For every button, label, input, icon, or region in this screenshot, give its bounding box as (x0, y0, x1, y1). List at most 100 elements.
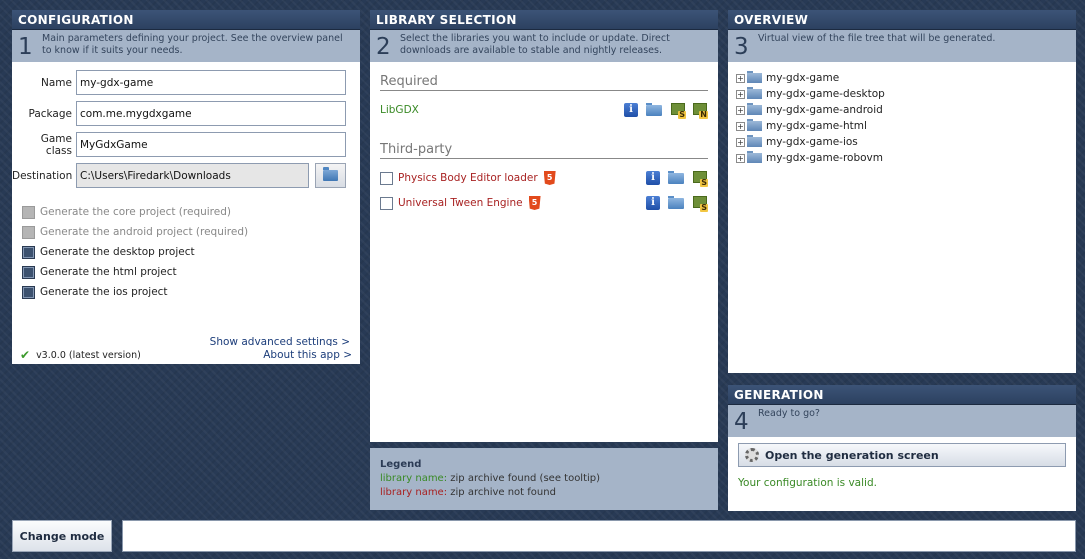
legend-notfound-name: library name: (380, 487, 448, 498)
tree-node-label: my-gdx-game-robovm (766, 152, 883, 164)
legend-found-text: zip archive found (see tooltip) (450, 473, 601, 484)
library-panel: LIBRARY SELECTION 2 Select the libraries… (370, 10, 718, 442)
legend-title: Legend (380, 459, 422, 470)
package-label: Package (28, 107, 72, 120)
step-number: 2 (376, 34, 391, 60)
tree-node[interactable]: + my-gdx-game (736, 70, 1066, 86)
folder-icon[interactable] (668, 170, 684, 184)
download-nightly-icon[interactable] (692, 102, 708, 119)
folder-icon (323, 167, 338, 181)
check-html-label: Generate the html project (40, 266, 177, 278)
expand-icon[interactable]: + (736, 121, 745, 131)
configuration-panel: CONFIGURATION 1 Main parameters defining… (12, 10, 360, 356)
download-stable-icon[interactable] (670, 102, 686, 119)
html-checkbox[interactable] (22, 265, 35, 279)
tree-node-label: my-gdx-game-ios (766, 136, 858, 148)
package-input[interactable] (76, 101, 346, 126)
android-checkbox (22, 225, 35, 239)
library-checkbox[interactable] (380, 171, 393, 185)
about-link[interactable]: About this app > (263, 349, 352, 361)
folder-icon (747, 71, 762, 83)
name-input[interactable] (76, 70, 346, 95)
step-number: 3 (734, 34, 749, 60)
check-html[interactable]: Generate the html project (22, 262, 360, 282)
check-core-label: Generate the core project (required) (40, 206, 231, 218)
file-tree: + my-gdx-game + my-gdx-game-desktop + my… (728, 62, 1076, 373)
package-row: Package (12, 101, 360, 126)
destination-label: Destination (12, 169, 73, 182)
destination-input[interactable] (76, 163, 309, 188)
generation-header: GENERATION (728, 385, 1076, 405)
step-number: 1 (18, 34, 33, 60)
check-ios[interactable]: Generate the ios project (22, 282, 360, 302)
tree-node[interactable]: + my-gdx-game-ios (736, 134, 1066, 150)
configuration-description-band: 1 Main parameters defining your project.… (12, 30, 360, 62)
library-actions: i (646, 195, 708, 212)
folder-icon (747, 135, 762, 147)
library-row-tween: Universal Tween Engine 5 i (380, 192, 708, 214)
step-number: 4 (734, 409, 749, 435)
legend-found-name: library name: (380, 473, 448, 484)
overview-header: OVERVIEW (728, 10, 1076, 30)
game-class-row: Game class (12, 132, 360, 157)
tree-node-label: my-gdx-game (766, 72, 840, 84)
info-icon[interactable]: i (646, 196, 660, 210)
download-stable-icon[interactable] (692, 170, 708, 187)
open-generation-screen-label: Open the generation screen (765, 448, 939, 462)
legend-found: library name: zip archive found (see too… (380, 472, 708, 486)
expand-icon[interactable]: + (736, 73, 745, 83)
library-name: Physics Body Editor loader (398, 172, 538, 184)
game-class-input[interactable] (76, 132, 346, 157)
browse-destination-button[interactable] (315, 163, 346, 188)
library-actions: i (646, 170, 708, 187)
version-text: v3.0.0 (latest version) (36, 349, 141, 361)
version-bar: ✔ v3.0.0 (latest version) About this app… (12, 346, 360, 364)
name-row: Name (12, 70, 360, 95)
library-header: LIBRARY SELECTION (370, 10, 718, 30)
folder-icon[interactable] (646, 102, 662, 116)
info-icon[interactable]: i (624, 103, 638, 117)
tree-node-label: my-gdx-game-desktop (766, 88, 885, 100)
third-party-section-title: Third-party (380, 142, 708, 159)
desktop-checkbox[interactable] (22, 245, 35, 259)
expand-icon[interactable]: + (736, 89, 745, 99)
legend-not-found: library name: zip archive not found (380, 486, 708, 500)
library-name: Universal Tween Engine (398, 197, 523, 209)
folder-icon[interactable] (668, 195, 684, 209)
download-stable-icon[interactable] (692, 195, 708, 212)
tree-node[interactable]: + my-gdx-game-android (736, 102, 1066, 118)
library-description-band: 2 Select the libraries you want to inclu… (370, 30, 718, 62)
html5-icon: 5 (528, 196, 541, 210)
status-bar (122, 520, 1076, 552)
checkmark-icon: ✔ (20, 348, 31, 362)
tree-node[interactable]: + my-gdx-game-desktop (736, 86, 1066, 102)
folder-icon (747, 119, 762, 131)
info-icon[interactable]: i (646, 171, 660, 185)
library-actions: i (624, 102, 708, 119)
ios-checkbox[interactable] (22, 285, 35, 299)
legend-notfound-text: zip archive not found (450, 487, 556, 498)
configuration-description: Main parameters defining your project. S… (42, 33, 343, 56)
tree-node-label: my-gdx-game-html (766, 120, 867, 132)
library-row-libgdx: LibGDX i (380, 99, 708, 121)
expand-icon[interactable]: + (736, 105, 745, 115)
folder-icon (747, 103, 762, 115)
overview-description: Virtual view of the file tree that will … (758, 33, 996, 44)
overview-panel: OVERVIEW 3 Virtual view of the file tree… (728, 10, 1076, 373)
check-core: Generate the core project (required) (22, 202, 360, 222)
change-mode-button[interactable]: Change mode (12, 520, 112, 552)
required-section-title: Required (380, 74, 708, 91)
expand-icon[interactable]: + (736, 137, 745, 147)
check-android: Generate the android project (required) (22, 222, 360, 242)
tree-node[interactable]: + my-gdx-game-robovm (736, 150, 1066, 166)
configuration-header: CONFIGURATION (12, 10, 360, 30)
core-checkbox (22, 205, 35, 219)
html5-icon: 5 (543, 171, 556, 185)
library-checkbox[interactable] (380, 196, 393, 210)
name-label: Name (41, 76, 72, 89)
expand-icon[interactable]: + (736, 153, 745, 163)
open-generation-screen-button[interactable]: Open the generation screen (738, 443, 1066, 467)
check-desktop[interactable]: Generate the desktop project (22, 242, 360, 262)
tree-node-label: my-gdx-game-android (766, 104, 883, 116)
tree-node[interactable]: + my-gdx-game-html (736, 118, 1066, 134)
